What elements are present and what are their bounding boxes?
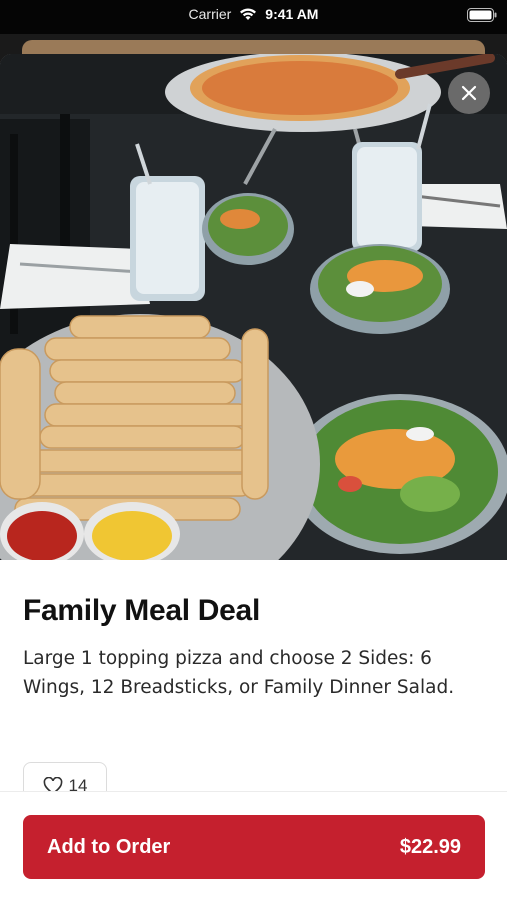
status-bar: Carrier 9:41 AM	[0, 0, 507, 34]
add-to-order-button[interactable]: Add to Order $22.99	[23, 815, 485, 879]
add-to-order-label: Add to Order	[47, 835, 171, 858]
status-time: 9:41 AM	[265, 6, 319, 22]
item-detail-sheet: Family Meal Deal Large 1 topping pizza a…	[0, 54, 507, 900]
food-photo-illustration	[0, 54, 507, 560]
carrier-label: Carrier	[188, 6, 232, 22]
bottom-action-bar: Add to Order $22.99	[0, 791, 507, 900]
close-icon	[461, 85, 477, 101]
battery-icon	[467, 8, 497, 22]
item-price: $22.99	[399, 835, 461, 858]
status-center: Carrier 9:41 AM	[0, 6, 507, 22]
close-button[interactable]	[448, 72, 490, 114]
item-title: Family Meal Deal	[23, 594, 260, 627]
item-photo	[0, 54, 507, 560]
wifi-icon	[240, 8, 257, 20]
item-description: Large 1 topping pizza and choose 2 Sides…	[23, 648, 455, 698]
item-details: Family Meal Deal Large 1 topping pizza a…	[23, 594, 485, 702]
